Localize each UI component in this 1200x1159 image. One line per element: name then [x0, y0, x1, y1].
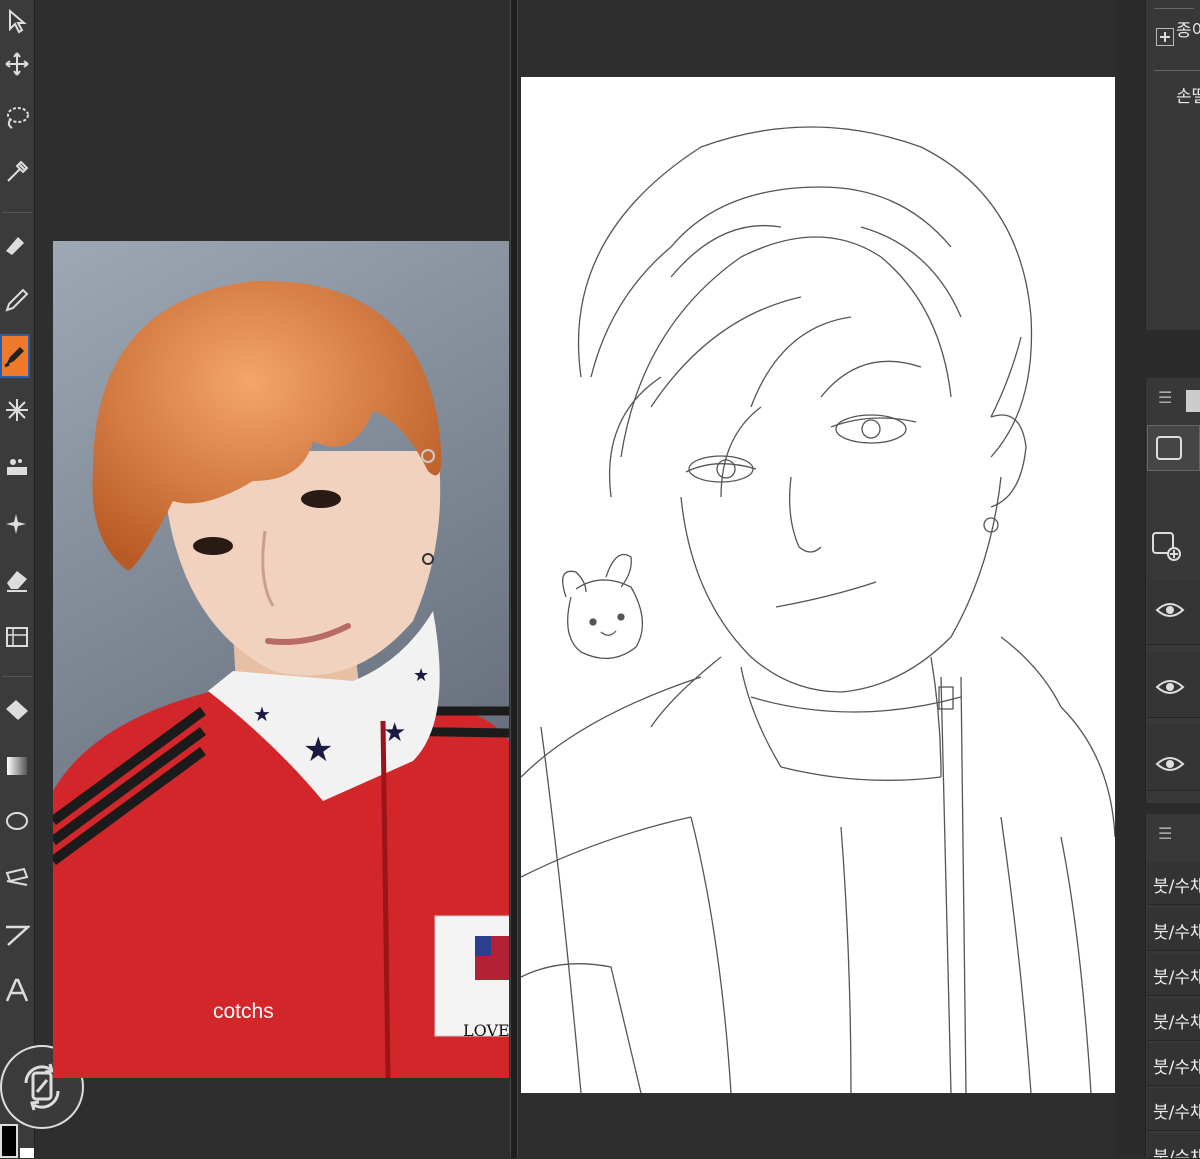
- jacket-brand-text: cotchs: [213, 1000, 274, 1023]
- layer-row[interactable]: [1147, 578, 1200, 645]
- eraser-icon: [7, 571, 27, 592]
- lasso-tool[interactable]: [0, 96, 34, 140]
- move-icon: [5, 52, 29, 76]
- brush-item[interactable]: 붓/수채: [1147, 1088, 1200, 1131]
- sparkle-burst-icon: [6, 399, 28, 421]
- sub-tool-panel: 종이 손떨: [1145, 0, 1200, 330]
- eye-icon[interactable]: [1155, 600, 1185, 620]
- blend-tool[interactable]: [0, 502, 34, 546]
- brush-tool[interactable]: [0, 334, 30, 378]
- brush-item-label: 붓/수채: [1153, 923, 1200, 943]
- brush-item-label: 붓/수채: [1153, 1013, 1200, 1033]
- move-tool[interactable]: [0, 42, 34, 86]
- layer-row[interactable]: [1147, 651, 1200, 718]
- eyedropper-tool[interactable]: [0, 150, 34, 194]
- eyedropper-icon: [7, 160, 29, 182]
- eye-icon[interactable]: [1155, 677, 1185, 697]
- svg-text:★: ★: [383, 718, 406, 748]
- brush-item[interactable]: 붓/수채: [1147, 953, 1200, 996]
- select-layer-tool[interactable]: [0, 0, 34, 44]
- frame-icon: [5, 867, 29, 886]
- shape-tool[interactable]: [0, 800, 34, 844]
- text-tool[interactable]: [0, 968, 34, 1012]
- brush-panel-menu-icon[interactable]: ☰: [1158, 824, 1172, 843]
- gradient-icon: [7, 757, 27, 775]
- ruler-tool[interactable]: [0, 912, 34, 956]
- stabilization-label: 손떨: [1176, 87, 1200, 107]
- new-layer-row[interactable]: [1147, 425, 1200, 471]
- stamp-icon: [7, 459, 27, 475]
- figure-tool[interactable]: [0, 614, 34, 658]
- pencil-tool[interactable]: [0, 278, 34, 322]
- sparkle-icon: [6, 514, 26, 534]
- reference-photo: ★ ★ ★ ★ LOVE A cotchs: [53, 241, 509, 1078]
- sub-color-swatch[interactable]: [20, 1148, 34, 1158]
- patch-text: LOVE A: [463, 1021, 509, 1040]
- main-color-swatch[interactable]: [0, 1124, 18, 1158]
- paint-bucket-icon: [6, 700, 28, 720]
- brush-item[interactable]: 붓/수채: [1147, 908, 1200, 951]
- fill-tool[interactable]: [0, 688, 34, 732]
- text-icon: [5, 978, 29, 1002]
- eye-icon[interactable]: [1155, 754, 1185, 774]
- ruler-icon: [6, 925, 30, 946]
- tool-palette: [0, 0, 35, 1158]
- brush-item-label: 붓/수채: [1153, 877, 1200, 897]
- brush-item-label: 붓/수채: [1153, 1058, 1200, 1078]
- add-icon[interactable]: [1156, 28, 1174, 46]
- decoration-tool[interactable]: [0, 444, 34, 488]
- eraser-tool[interactable]: [0, 558, 34, 602]
- frame-tool[interactable]: [0, 856, 34, 900]
- cursor-icon: [9, 9, 27, 34]
- brush-item[interactable]: 붓/수채: [1147, 1133, 1200, 1159]
- svg-text:★: ★: [303, 730, 333, 770]
- layer-square-icon: [1156, 436, 1182, 460]
- paper-layer-label: 종이: [1176, 21, 1200, 41]
- svg-text:★: ★: [413, 665, 429, 686]
- svg-text:★: ★: [253, 702, 271, 726]
- new-raster-layer-icon[interactable]: [1150, 530, 1182, 566]
- lasso-icon: [7, 107, 29, 129]
- layer-panel-menu-icon[interactable]: ☰: [1158, 388, 1172, 407]
- airbrush-tool[interactable]: [0, 388, 34, 432]
- gradient-tool[interactable]: [0, 744, 34, 788]
- pencil-icon: [5, 288, 29, 312]
- brush-item-label: 붓/수채: [1153, 1148, 1200, 1159]
- brush-icon: [4, 347, 24, 368]
- brush-item[interactable]: 붓/수채: [1147, 862, 1200, 905]
- pen-nib-icon: [6, 237, 24, 255]
- drawing-canvas[interactable]: [521, 77, 1115, 1093]
- brush-item-label: 붓/수채: [1153, 1103, 1200, 1123]
- eraser-pen-tool[interactable]: [0, 222, 34, 266]
- brush-item-label: 붓/수채: [1153, 968, 1200, 988]
- cube-icon: [6, 627, 28, 647]
- brush-item[interactable]: 붓/수채: [1147, 998, 1200, 1041]
- layer-row[interactable]: [1147, 724, 1200, 791]
- brush-item[interactable]: 붓/수채: [1147, 1043, 1200, 1086]
- shape-icon: [6, 812, 28, 830]
- canvas-split-divider[interactable]: [510, 0, 518, 1158]
